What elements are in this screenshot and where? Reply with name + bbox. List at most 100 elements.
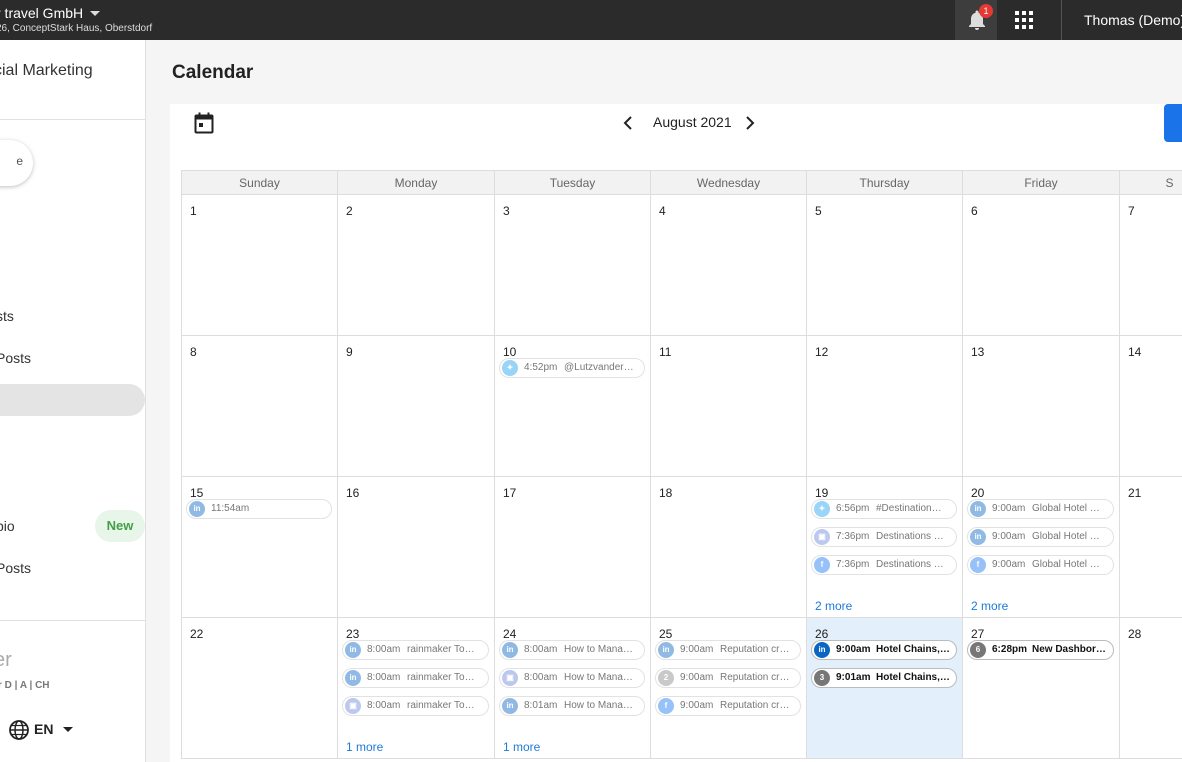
- day-cell[interactable]: 28: [1119, 618, 1182, 759]
- linkedin-icon: in: [502, 642, 518, 658]
- sidebar-item-scheduled-posts[interactable]: Posts: [0, 350, 31, 366]
- calendar-event[interactable]: in 11:54am: [186, 499, 332, 519]
- day-cell[interactable]: 17: [494, 477, 650, 618]
- chevron-left-icon[interactable]: [623, 116, 633, 130]
- calendar-event[interactable]: ✦ 4:52pm @Lutzvander…: [499, 358, 645, 378]
- day-cell[interactable]: 21: [1119, 477, 1182, 618]
- linkedin-icon: in: [189, 501, 205, 517]
- day-cell[interactable]: 7: [1119, 195, 1182, 336]
- create-button[interactable]: e: [0, 140, 33, 186]
- sidebar-item-draft-posts[interactable]: Posts: [0, 560, 31, 576]
- day-number: 22: [190, 627, 204, 641]
- day-cell[interactable]: 8: [181, 336, 337, 477]
- notifications-button[interactable]: 1: [955, 0, 997, 40]
- event-title: rainmaker To…: [407, 672, 475, 683]
- day-cell[interactable]: 2: [337, 195, 494, 336]
- linkedin-icon: in: [814, 642, 830, 658]
- twitter-icon: ✦: [502, 360, 518, 376]
- calendar-event[interactable]: 2 9:00am Reputation cr…: [655, 668, 801, 688]
- event-time: 11:54am: [211, 503, 250, 514]
- day-cell[interactable]: 9: [337, 336, 494, 477]
- calendar-event[interactable]: ✦ 6:56pm #Destination…: [811, 499, 957, 519]
- day-number: 2: [346, 204, 353, 218]
- calendar-icon[interactable]: [194, 112, 214, 134]
- calendar-event[interactable]: ▣ 8:00am rainmaker To…: [342, 696, 489, 716]
- day-cell[interactable]: 15 in 11:54am: [181, 477, 337, 618]
- calendar-event[interactable]: in 9:00am Hotel Chains,…: [811, 640, 957, 660]
- calendar-event[interactable]: in 9:00am Global Hotel …: [967, 527, 1114, 547]
- day-cell[interactable]: 6: [962, 195, 1119, 336]
- day-number: 8: [190, 345, 197, 359]
- more-events-link[interactable]: 2 more: [971, 599, 1008, 613]
- sidebar-title: cial Marketing: [0, 62, 93, 79]
- day-cell[interactable]: 1: [181, 195, 337, 336]
- day-cell[interactable]: 14: [1119, 336, 1182, 477]
- day-cell[interactable]: 3: [494, 195, 650, 336]
- linkedin-icon: in: [502, 698, 518, 714]
- calendar-event[interactable]: ▣ 8:00am How to Mana…: [499, 668, 645, 688]
- day-cell[interactable]: 25 in 9:00am Reputation cr… 2 9:00am Reputatio…: [650, 618, 806, 759]
- day-cell-today[interactable]: 26 in 9:00am Hotel Chains,… 3 9:01am Hotel Cha…: [806, 618, 962, 759]
- day-cell[interactable]: 19 ✦ 6:56pm #Destination… ▣ 7:36pm Destination…: [806, 477, 962, 618]
- day-number: 18: [659, 486, 673, 500]
- day-number: 4: [659, 204, 666, 218]
- calendar-event[interactable]: in 9:00am Global Hotel …: [967, 499, 1114, 519]
- event-title: Reputation cr…: [720, 672, 790, 683]
- more-events-link[interactable]: 1 more: [346, 740, 383, 754]
- event-title: rainmaker To…: [407, 644, 475, 655]
- chevron-down-icon[interactable]: [90, 11, 100, 16]
- day-cell[interactable]: 23 in 8:00am rainmaker To… in 8:00am rainmaker…: [337, 618, 494, 759]
- user-menu[interactable]: Thomas (Demo): [1084, 12, 1182, 28]
- day-cell[interactable]: 4: [650, 195, 806, 336]
- sidebar: cial Marketing e sts Posts pio New Posts…: [0, 40, 146, 762]
- add-post-button[interactable]: [1164, 104, 1182, 142]
- event-time: 8:00am: [367, 672, 401, 683]
- top-bar: r travel GmbH 26, ConceptStark Haus, Obe…: [0, 0, 1182, 40]
- day-cell[interactable]: 24 in 8:00am How to Mana… ▣ 8:00am How to Mana…: [494, 618, 650, 759]
- day-cell[interactable]: 10 ✦ 4:52pm @Lutzvander…: [494, 336, 650, 477]
- calendar-event[interactable]: 3 9:01am Hotel Chains,…: [811, 668, 957, 688]
- day-cell[interactable]: 27 6 6:28pm New Dashbor…: [962, 618, 1119, 759]
- event-title: Reputation cr…: [720, 644, 790, 655]
- day-cell[interactable]: 18: [650, 477, 806, 618]
- day-cell[interactable]: 12: [806, 336, 962, 477]
- organization-name[interactable]: r travel GmbH: [0, 5, 83, 21]
- facebook-icon: f: [814, 557, 830, 573]
- calendar-event[interactable]: in 9:00am Reputation cr…: [655, 640, 801, 660]
- group-count-icon: 3: [814, 670, 830, 686]
- day-number: 10: [503, 345, 517, 359]
- apps-grid-icon[interactable]: [1015, 11, 1033, 29]
- day-cell[interactable]: 20 in 9:00am Global Hotel … in 9:00am Global H…: [962, 477, 1119, 618]
- sidebar-item-studio[interactable]: pio: [0, 518, 15, 534]
- calendar-event[interactable]: f 9:00am Reputation cr…: [655, 696, 801, 716]
- calendar-event[interactable]: in 8:01am How to Mana…: [499, 696, 645, 716]
- event-time: 8:00am: [524, 644, 558, 655]
- linkedin-icon: in: [658, 642, 674, 658]
- weekday-header-cell: Friday: [962, 171, 1119, 195]
- day-number: 6: [971, 204, 978, 218]
- calendar-event[interactable]: in 8:00am rainmaker To…: [342, 668, 489, 688]
- day-cell[interactable]: 5: [806, 195, 962, 336]
- calendar-event[interactable]: ▣ 7:36pm Destinations …: [811, 527, 957, 547]
- day-cell[interactable]: 22: [181, 618, 337, 759]
- day-number: 12: [815, 345, 829, 359]
- calendar-event[interactable]: f 7:36pm Destinations …: [811, 555, 957, 575]
- day-cell[interactable]: 16: [337, 477, 494, 618]
- weekday-header-cell: Wednesday: [650, 171, 806, 195]
- day-number: 21: [1128, 486, 1142, 500]
- sidebar-item-posts[interactable]: sts: [0, 308, 14, 324]
- chevron-right-icon[interactable]: [745, 116, 755, 130]
- notification-count-badge: 1: [979, 4, 993, 18]
- more-events-link[interactable]: 2 more: [815, 599, 852, 613]
- day-number: 27: [971, 627, 985, 641]
- more-events-link[interactable]: 1 more: [503, 740, 540, 754]
- calendar-event[interactable]: 6 6:28pm New Dashbor…: [967, 640, 1114, 660]
- day-cell[interactable]: 11: [650, 336, 806, 477]
- calendar-event[interactable]: in 8:00am How to Mana…: [499, 640, 645, 660]
- calendar-event[interactable]: in 8:00am rainmaker To…: [342, 640, 489, 660]
- group-count-icon: 2: [658, 670, 674, 686]
- calendar-event[interactable]: f 9:00am Global Hotel …: [967, 555, 1114, 575]
- event-title: Hotel Chains,…: [876, 644, 950, 655]
- day-cell[interactable]: 13: [962, 336, 1119, 477]
- sidebar-item-calendar[interactable]: [0, 384, 145, 416]
